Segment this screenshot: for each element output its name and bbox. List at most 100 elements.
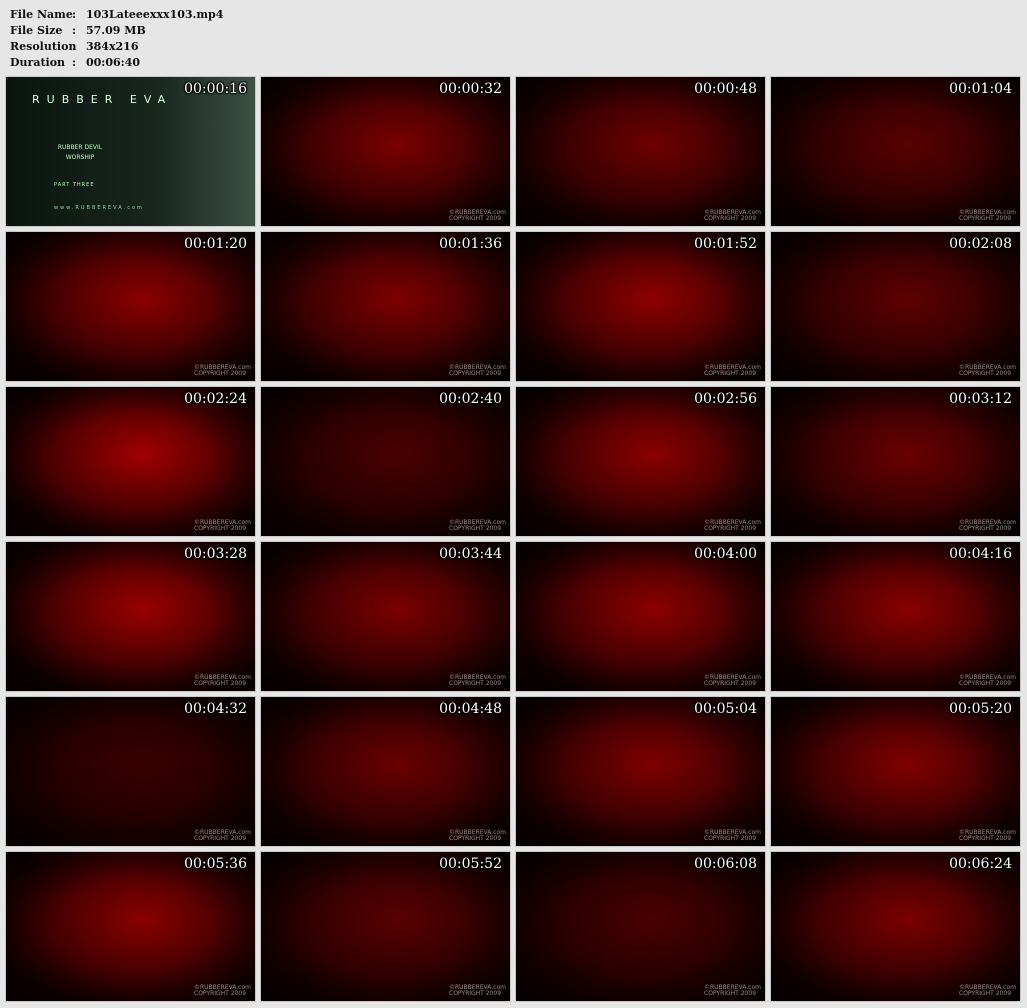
thumbnail-frame[interactable]: ©RUBBEREVA.com COPYRIGHT 2009 00:01:36 — [260, 231, 511, 382]
subtitle-line: RUBBER DEVIL — [57, 144, 103, 151]
file-info-panel: File Name : 103Lateeexxx103.mp4 File Siz… — [10, 7, 223, 71]
thumbnail-frame[interactable]: ©RUBBEREVA.com COPYRIGHT 2009 00:03:28 — [5, 541, 256, 692]
timestamp: 00:01:04 — [949, 81, 1012, 97]
watermark-line: COPYRIGHT 2009 — [449, 370, 502, 377]
watermark: ©RUBBEREVA.com COPYRIGHT 2009 — [959, 365, 1016, 377]
watermark-line: COPYRIGHT 2009 — [704, 525, 757, 532]
thumbnail-frame[interactable]: RUBBER EVA PART THREE www.RUBBEREVA.com RUB… — [5, 76, 256, 227]
timestamp: 00:05:20 — [949, 701, 1012, 717]
file-size-label: File Size — [10, 24, 63, 37]
separator: : — [72, 40, 77, 53]
watermark-line: COPYRIGHT 2009 — [959, 835, 1012, 842]
thumbnail-frame[interactable]: ©RUBBEREVA.com COPYRIGHT 2009 00:03:44 — [260, 541, 511, 692]
vignette-overlay — [516, 77, 765, 226]
watermark: ©RUBBEREVA.com COPYRIGHT 2009 — [449, 830, 506, 842]
timestamp: 00:01:20 — [184, 236, 247, 252]
timestamp: 00:03:28 — [184, 546, 247, 562]
watermark-line: COPYRIGHT 2009 — [449, 525, 502, 532]
watermark-line: COPYRIGHT 2009 — [194, 990, 247, 997]
vignette-overlay — [6, 852, 255, 1001]
thumbnail-frame[interactable]: ©RUBBEREVA.com COPYRIGHT 2009 00:00:32 — [260, 76, 511, 227]
watermark-line: COPYRIGHT 2009 — [194, 525, 247, 532]
title-card: RUBBER EVA PART THREE www.RUBBEREVA.com RUB… — [6, 77, 255, 226]
thumbnail-frame[interactable]: ©RUBBEREVA.com COPYRIGHT 2009 00:05:04 — [515, 696, 766, 847]
watermark: ©RUBBEREVA.com COPYRIGHT 2009 — [959, 520, 1016, 532]
thumbnail-frame[interactable]: ©RUBBEREVA.com COPYRIGHT 2009 00:02:08 — [770, 231, 1021, 382]
subtitle-line: WORSHIP — [65, 154, 95, 161]
watermark: ©RUBBEREVA.com COPYRIGHT 2009 — [959, 985, 1016, 997]
thumbnail-frame[interactable]: ©RUBBEREVA.com COPYRIGHT 2009 00:06:08 — [515, 851, 766, 1002]
timestamp: 00:04:16 — [949, 546, 1012, 562]
file-name-label: File Name — [10, 8, 73, 21]
watermark-line: COPYRIGHT 2009 — [194, 835, 247, 842]
vignette-overlay — [6, 697, 255, 846]
watermark-line: COPYRIGHT 2009 — [959, 525, 1012, 532]
watermark: ©RUBBEREVA.com COPYRIGHT 2009 — [704, 210, 761, 222]
watermark-line: COPYRIGHT 2009 — [449, 990, 502, 997]
watermark: ©RUBBEREVA.com COPYRIGHT 2009 — [959, 210, 1016, 222]
vignette-overlay — [516, 697, 765, 846]
duration-value: 00:06:40 — [86, 56, 141, 69]
thumbnail-frame[interactable]: ©RUBBEREVA.com COPYRIGHT 2009 00:01:52 — [515, 231, 766, 382]
watermark-line: COPYRIGHT 2009 — [449, 680, 502, 687]
watermark: ©RUBBEREVA.com COPYRIGHT 2009 — [449, 675, 506, 687]
timestamp: 00:04:48 — [439, 701, 502, 717]
watermark-line: COPYRIGHT 2009 — [704, 215, 757, 222]
thumbnail-frame[interactable]: ©RUBBEREVA.com COPYRIGHT 2009 00:01:04 — [770, 76, 1021, 227]
thumbnail-grid: RUBBER EVA PART THREE www.RUBBEREVA.com RUB… — [5, 76, 1021, 1002]
vignette-overlay — [771, 232, 1020, 381]
contact-sheet: File Name : 103Lateeexxx103.mp4 File Siz… — [0, 0, 1027, 1008]
thumbnail-frame[interactable]: ©RUBBEREVA.com COPYRIGHT 2009 00:02:40 — [260, 386, 511, 537]
thumbnail-frame[interactable]: ©RUBBEREVA.com COPYRIGHT 2009 00:04:32 — [5, 696, 256, 847]
vignette-overlay — [261, 697, 510, 846]
watermark: ©RUBBEREVA.com COPYRIGHT 2009 — [704, 985, 761, 997]
resolution-value: 384x216 — [86, 40, 139, 53]
watermark: ©RUBBEREVA.com COPYRIGHT 2009 — [959, 830, 1016, 842]
resolution-label: Resolution — [10, 40, 77, 53]
thumbnail-frame[interactable]: ©RUBBEREVA.com COPYRIGHT 2009 00:03:12 — [770, 386, 1021, 537]
watermark-line: COPYRIGHT 2009 — [449, 835, 502, 842]
thumbnail-frame[interactable]: ©RUBBEREVA.com COPYRIGHT 2009 00:05:20 — [770, 696, 1021, 847]
thumbnail-frame[interactable]: ©RUBBEREVA.com COPYRIGHT 2009 00:04:16 — [770, 541, 1021, 692]
watermark: ©RUBBEREVA.com COPYRIGHT 2009 — [704, 520, 761, 532]
thumbnail-frame[interactable]: ©RUBBEREVA.com COPYRIGHT 2009 00:04:00 — [515, 541, 766, 692]
thumbnail-frame[interactable]: ©RUBBEREVA.com COPYRIGHT 2009 00:05:36 — [5, 851, 256, 1002]
watermark-line: COPYRIGHT 2009 — [959, 990, 1012, 997]
watermark: ©RUBBEREVA.com COPYRIGHT 2009 — [449, 365, 506, 377]
timestamp: 00:01:52 — [694, 236, 757, 252]
vignette-overlay — [6, 387, 255, 536]
vignette-overlay — [516, 542, 765, 691]
timestamp: 00:02:56 — [694, 391, 757, 407]
subtitle-text: RUBBER DEVIL WORSHIP — [30, 143, 130, 163]
site-text: www.RUBBEREVA.com — [54, 205, 144, 211]
timestamp: 00:00:48 — [694, 81, 757, 97]
watermark-line: COPYRIGHT 2009 — [704, 835, 757, 842]
watermark-line: COPYRIGHT 2009 — [704, 680, 757, 687]
vignette-overlay — [261, 77, 510, 226]
timestamp: 00:01:36 — [439, 236, 502, 252]
thumbnail-frame[interactable]: ©RUBBEREVA.com COPYRIGHT 2009 00:02:56 — [515, 386, 766, 537]
vignette-overlay — [261, 852, 510, 1001]
timestamp: 00:05:52 — [439, 856, 502, 872]
part-text: PART THREE — [54, 182, 95, 188]
file-size-value: 57.09 MB — [86, 24, 146, 37]
thumbnail-frame[interactable]: ©RUBBEREVA.com COPYRIGHT 2009 00:00:48 — [515, 76, 766, 227]
vignette-overlay — [261, 232, 510, 381]
vignette-overlay — [516, 232, 765, 381]
file-name-row: File Name : 103Lateeexxx103.mp4 — [10, 7, 223, 23]
watermark-line: COPYRIGHT 2009 — [194, 370, 247, 377]
watermark-line: COPYRIGHT 2009 — [959, 680, 1012, 687]
watermark: ©RUBBEREVA.com COPYRIGHT 2009 — [704, 830, 761, 842]
thumbnail-frame[interactable]: ©RUBBEREVA.com COPYRIGHT 2009 00:05:52 — [260, 851, 511, 1002]
resolution-row: Resolution : 384x216 — [10, 39, 223, 55]
watermark: ©RUBBEREVA.com COPYRIGHT 2009 — [449, 985, 506, 997]
thumbnail-frame[interactable]: ©RUBBEREVA.com COPYRIGHT 2009 00:01:20 — [5, 231, 256, 382]
vignette-overlay — [6, 542, 255, 691]
file-name-value: 103Lateeexxx103.mp4 — [86, 8, 224, 21]
separator: : — [72, 56, 77, 69]
thumbnail-frame[interactable]: ©RUBBEREVA.com COPYRIGHT 2009 00:02:24 — [5, 386, 256, 537]
watermark-line: COPYRIGHT 2009 — [449, 215, 502, 222]
thumbnail-frame[interactable]: ©RUBBEREVA.com COPYRIGHT 2009 00:06:24 — [770, 851, 1021, 1002]
brand-text: RUBBER EVA — [32, 93, 173, 106]
thumbnail-frame[interactable]: ©RUBBEREVA.com COPYRIGHT 2009 00:04:48 — [260, 696, 511, 847]
